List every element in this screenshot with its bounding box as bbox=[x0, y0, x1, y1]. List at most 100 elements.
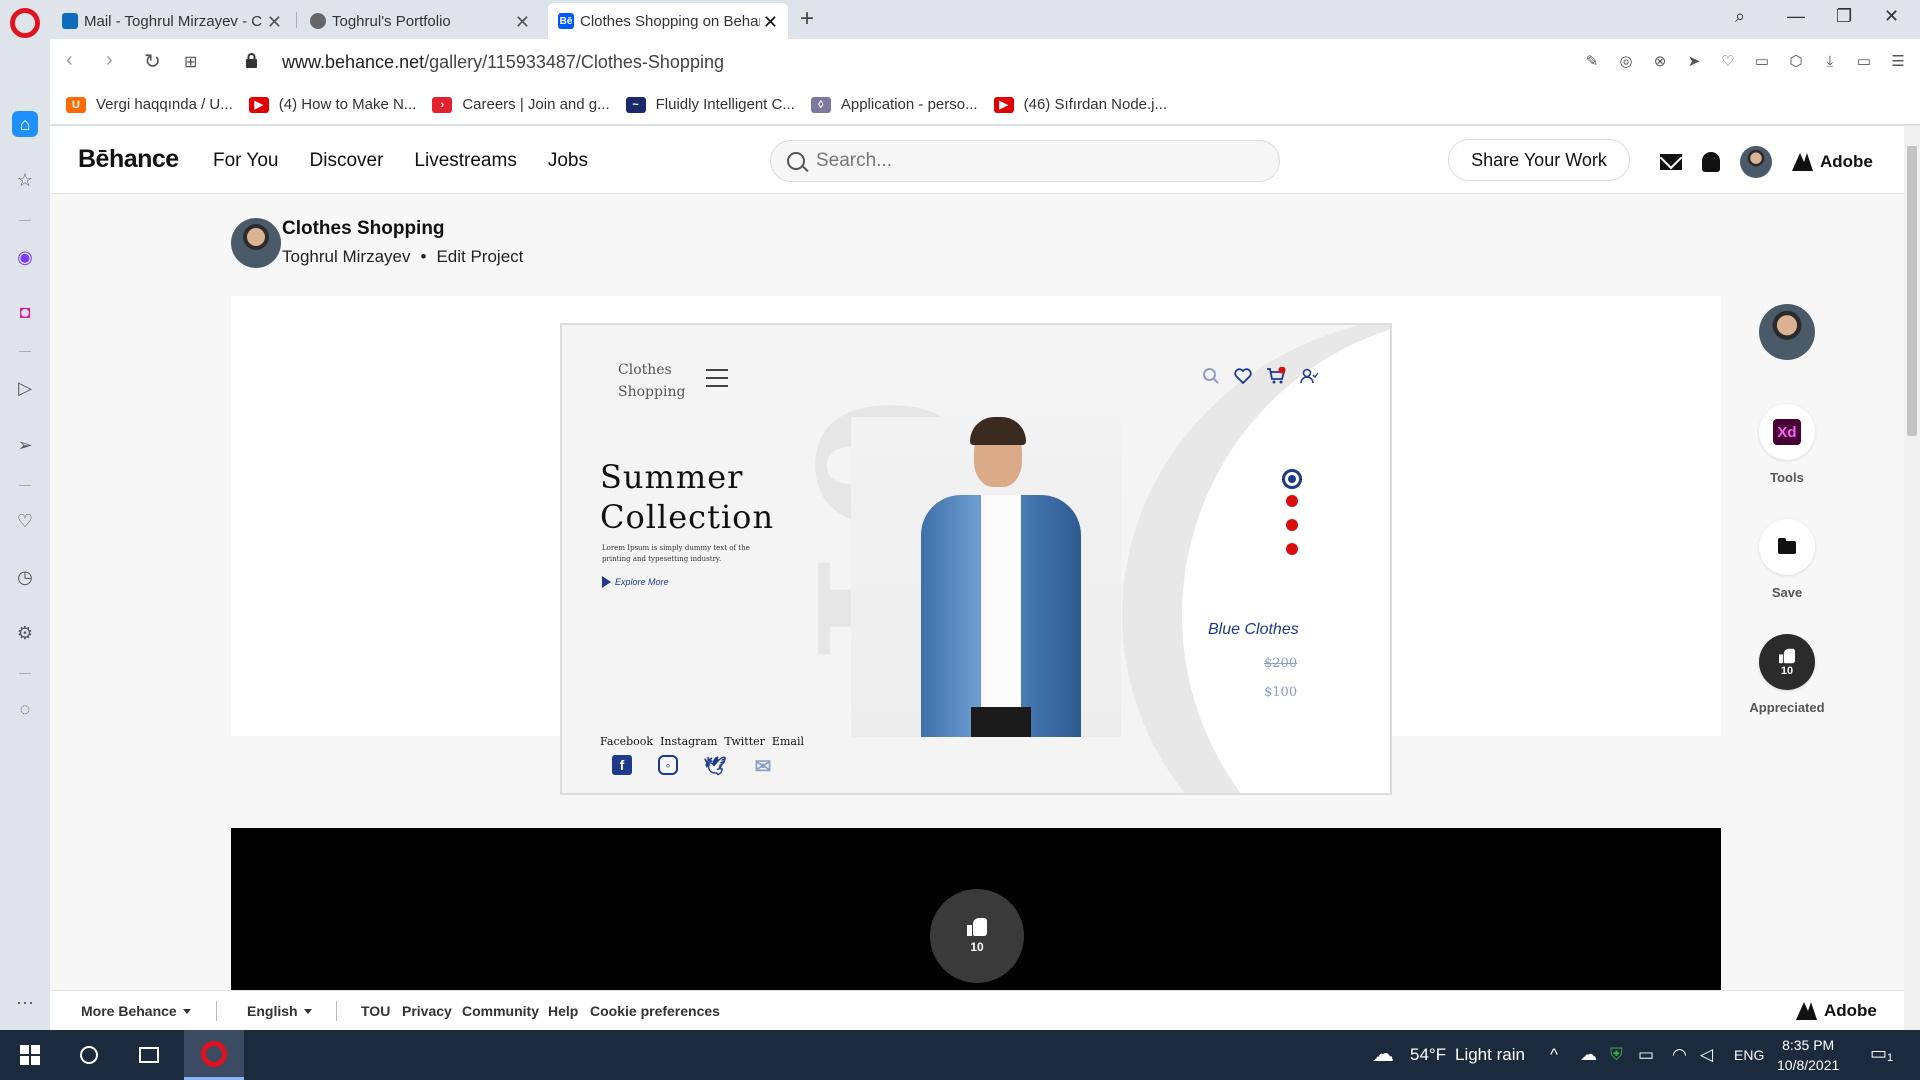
tab-portfolio[interactable]: Toghrul's Portfolio ✕ bbox=[300, 3, 540, 39]
save-button[interactable] bbox=[1759, 519, 1815, 575]
battery-icon[interactable]: ▭ bbox=[1854, 51, 1874, 71]
scroll-thumb[interactable] bbox=[1907, 146, 1917, 436]
nav-for-you[interactable]: For You bbox=[213, 150, 279, 172]
send-icon[interactable]: ➤ bbox=[1684, 51, 1704, 71]
battery-icon[interactable]: ▭ bbox=[1638, 1045, 1654, 1065]
edit-project-link[interactable]: Edit Project bbox=[436, 247, 523, 267]
reload-icon[interactable]: ↻ bbox=[144, 49, 161, 74]
adblock-icon[interactable]: ⊗ bbox=[1650, 51, 1670, 71]
footer-link-community[interactable]: Community bbox=[462, 1003, 539, 1019]
nav-discover[interactable]: Discover bbox=[310, 150, 384, 172]
download-icon[interactable]: ⤓ bbox=[1820, 51, 1840, 71]
bookmark-item[interactable]: ◊ Application - perso... bbox=[810, 96, 978, 113]
appreciated-label: Appreciated bbox=[1749, 700, 1825, 715]
weather-text[interactable]: Light rain bbox=[1455, 1045, 1525, 1065]
close-icon[interactable]: ✕ bbox=[763, 12, 778, 33]
author-name[interactable]: Toghrul Mirzayev bbox=[282, 247, 411, 267]
security-icon[interactable]: ⛨ bbox=[1610, 1045, 1623, 1065]
url-field[interactable]: www.behance.net/gallery/115933487/Clothe… bbox=[282, 52, 724, 73]
lock-icon[interactable] bbox=[245, 53, 258, 68]
author-avatar[interactable] bbox=[231, 218, 281, 268]
cloud-rain-icon[interactable]: ☁ bbox=[1372, 1041, 1394, 1067]
windows-taskbar: ☁ 54°F Light rain ^ ☁ ⛨ ▭ ◠ ◁ ENG 8:35 P… bbox=[0, 1030, 1920, 1080]
close-window-button[interactable]: ✕ bbox=[1884, 6, 1899, 27]
bookmark-item[interactable]: ▶ (4) How to Make N... bbox=[248, 96, 416, 113]
instagram-icon[interactable]: ◘ bbox=[12, 299, 38, 325]
slider-dot-active bbox=[1282, 469, 1302, 489]
cube-icon[interactable]: ⬡ bbox=[1786, 51, 1806, 71]
tools-button[interactable]: Xd bbox=[1759, 404, 1815, 460]
new-tab-button[interactable]: + bbox=[800, 5, 814, 33]
bookmark-item[interactable]: U Vergi haqqında / U... bbox=[66, 96, 233, 113]
easy-setup-icon[interactable]: ☰ bbox=[1888, 51, 1908, 71]
globe-icon bbox=[310, 13, 326, 29]
language-dropdown[interactable]: English bbox=[247, 1003, 312, 1019]
opera-logo-icon[interactable] bbox=[10, 8, 40, 38]
clock[interactable]: 8:35 PM 10/8/2021 bbox=[1777, 1035, 1839, 1075]
footer-link-cookie[interactable]: Cookie preferences bbox=[590, 1003, 720, 1019]
player-icon[interactable]: ▷ bbox=[12, 375, 38, 401]
snapshot-icon[interactable]: ◎ bbox=[1616, 51, 1636, 71]
bell-icon[interactable] bbox=[1702, 152, 1720, 172]
opera-taskbar-button[interactable] bbox=[184, 1030, 244, 1080]
search-input[interactable] bbox=[816, 149, 1256, 173]
footer-link-privacy[interactable]: Privacy bbox=[402, 1003, 452, 1019]
volume-icon[interactable]: ◁ bbox=[1700, 1045, 1713, 1065]
heart-icon[interactable]: ♡ bbox=[1718, 51, 1738, 71]
search-tabs-icon[interactable]: ⌕ bbox=[1735, 6, 1745, 27]
footer-adobe-link[interactable]: Adobe bbox=[1796, 1001, 1877, 1021]
social-label: Email bbox=[771, 735, 804, 748]
messenger-icon[interactable]: ◉ bbox=[12, 244, 38, 270]
weather-temp[interactable]: 54°F bbox=[1410, 1045, 1446, 1065]
send-icon[interactable]: ➢ bbox=[12, 432, 38, 458]
bookmark-item[interactable]: ▶ (46) Sıfırdan Node.j... bbox=[993, 96, 1167, 113]
close-icon[interactable]: ✕ bbox=[515, 12, 530, 33]
bookmarks-icon[interactable]: ☆ bbox=[12, 167, 38, 193]
nav-jobs[interactable]: Jobs bbox=[548, 150, 588, 172]
tab-behance[interactable]: Bē Clothes Shopping on Behan ✕ bbox=[548, 3, 788, 39]
nav-livestreams[interactable]: Livestreams bbox=[414, 150, 516, 172]
heart-icon[interactable]: ♡ bbox=[12, 508, 38, 534]
edit-page-icon[interactable]: ✎ bbox=[1582, 51, 1602, 71]
author-avatar[interactable] bbox=[1759, 304, 1815, 360]
more-icon[interactable]: ⋯ bbox=[12, 990, 38, 1016]
footer-link-tou[interactable]: TOU bbox=[361, 1003, 390, 1019]
behance-logo[interactable]: Bēhance bbox=[78, 145, 179, 174]
start-button[interactable] bbox=[0, 1030, 60, 1080]
minimize-button[interactable]: — bbox=[1787, 6, 1805, 27]
bookmark-item[interactable]: ~ Fluidly Intelligent C... bbox=[625, 96, 795, 113]
browser-tab-strip: Mail - Toghrul Mirzayev - C ✕ Toghrul's … bbox=[0, 0, 1920, 39]
history-icon[interactable]: ◷ bbox=[12, 564, 38, 590]
input-language[interactable]: ENG bbox=[1734, 1047, 1764, 1063]
rail-appreciated[interactable]: 10 Appreciated bbox=[1742, 634, 1832, 715]
more-behance-dropdown[interactable]: More Behance bbox=[81, 1003, 191, 1019]
search-button[interactable] bbox=[62, 1030, 116, 1080]
restore-button[interactable]: ❐ bbox=[1836, 6, 1852, 27]
mail-icon[interactable] bbox=[1660, 154, 1682, 170]
forward-icon[interactable]: › bbox=[106, 49, 113, 72]
tab-mail[interactable]: Mail - Toghrul Mirzayev - C ✕ bbox=[52, 3, 292, 39]
back-icon[interactable]: ‹ bbox=[66, 49, 73, 72]
footer-link-help[interactable]: Help bbox=[548, 1003, 578, 1019]
bookmark-item[interactable]: › Careers | Join and g... bbox=[432, 96, 610, 113]
rail-save[interactable]: Save bbox=[1742, 519, 1832, 600]
rail-author[interactable] bbox=[1742, 304, 1832, 360]
rail-tools[interactable]: Xd Tools bbox=[1742, 404, 1832, 485]
home-icon[interactable]: ⌂ bbox=[12, 111, 38, 137]
lightbulb-icon[interactable]: ◌ bbox=[12, 696, 38, 722]
onedrive-icon[interactable]: ☁ bbox=[1580, 1045, 1597, 1065]
page-scrollbar[interactable] bbox=[1904, 126, 1920, 1030]
share-your-work-button[interactable]: Share Your Work bbox=[1448, 139, 1630, 181]
close-icon[interactable]: ✕ bbox=[267, 12, 282, 33]
cast-icon[interactable]: ▭ bbox=[1752, 51, 1772, 71]
wifi-icon[interactable]: ◠ bbox=[1672, 1045, 1687, 1065]
notifications-icon[interactable]: ▭ bbox=[1870, 1043, 1887, 1064]
appreciate-button[interactable]: 10 bbox=[930, 889, 1024, 983]
task-view-button[interactable] bbox=[122, 1030, 176, 1080]
chevron-up-icon[interactable]: ^ bbox=[1550, 1045, 1558, 1065]
settings-icon[interactable]: ⚙ bbox=[12, 620, 38, 646]
avatar[interactable] bbox=[1740, 146, 1772, 178]
appreciate-rail-button[interactable]: 10 bbox=[1759, 634, 1815, 690]
tab-grid-icon[interactable]: ⊞ bbox=[184, 52, 197, 72]
adobe-link[interactable]: Adobe bbox=[1792, 152, 1873, 172]
